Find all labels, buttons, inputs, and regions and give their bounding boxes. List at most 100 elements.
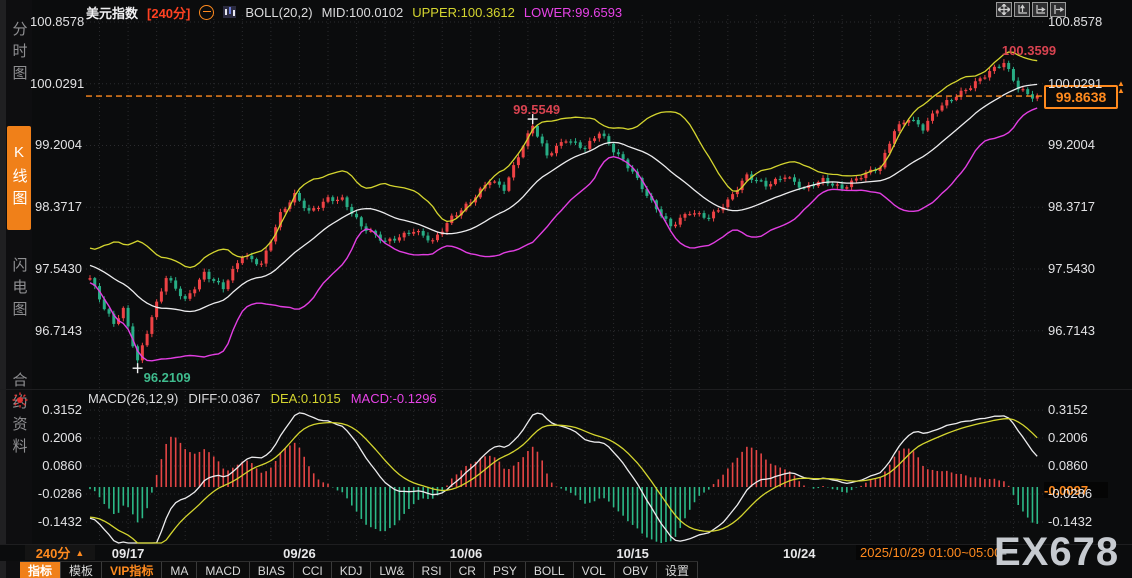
candle-body [973,81,977,89]
toolbar-item-kdj[interactable]: KDJ [332,562,372,578]
candle-body [773,178,777,185]
candle-body [697,213,701,215]
candle-body [593,138,597,141]
toolbar-item-ma[interactable]: MA [162,562,198,578]
candle-body [964,89,968,92]
candle-body [407,232,411,235]
toolbar-item-rsi[interactable]: RSI [414,562,451,578]
trading-app-window: 分时图 K线图 闪电图 合约资料 美元指数 [240分] BOLL(20,2) MID… [0,0,1132,578]
main-y-axis-label: 100.0291 [1048,75,1103,91]
candle-body [512,165,516,178]
candle-body [940,105,944,111]
candle-body [992,66,996,72]
candle-body [507,177,511,191]
period-label: [240分] [147,5,191,21]
collapse-indicator-icon[interactable] [199,4,215,20]
candle-body [759,180,763,182]
sidebar-tab-4[interactable]: 合约资料 [7,351,31,481]
candle-body [150,317,154,334]
main-y-axis-label: 98.3717 [1048,199,1095,215]
pane-divider [0,389,1132,390]
boll-chip-icon[interactable] [223,6,237,18]
x-axis-date-label: 10/15 [616,546,649,561]
candle-body [188,293,192,299]
candle-body [1026,89,1030,95]
candle-body [340,197,344,200]
symbol-name: 美元指数 [86,5,139,21]
main-y-axis-label: 96.7143 [1048,322,1095,338]
candle-body [316,207,320,210]
toolbar-item-设置[interactable]: 设置 [657,562,698,578]
toolbar-item-obv[interactable]: OBV [615,562,657,578]
candle-body [355,213,359,218]
candle-body [174,280,178,289]
scale-x-axis-icon[interactable] [1032,2,1048,17]
candle-body [897,124,901,132]
main-y-axis-label: 99.2004 [35,137,82,153]
candle-body [164,278,168,292]
candle-body [155,301,159,318]
candle-body [569,141,573,143]
boll-params-label[interactable]: BOLL(20,2) [245,5,312,20]
candle-body [602,133,606,137]
candle-body [831,183,835,186]
indicator-pane-settings-icon[interactable] [12,392,28,413]
candle-body [455,215,459,217]
x-axis-date-label: 10/24 [782,546,816,561]
toolbar-item-bias[interactable]: BIAS [250,562,295,578]
boll-upper-line [89,51,1038,269]
candle-body [435,234,439,241]
candle-body [821,177,825,183]
candle-body [840,184,844,189]
swing-low-label: 96.2109 [143,370,191,385]
macd-y-axis-label: -0.1432 [1048,513,1093,529]
toolbar-item-boll[interactable]: BOLL [526,562,574,578]
timeframe-up-icon: ▲ [75,547,85,558]
toolbar-item-模板[interactable]: 模板 [61,562,103,578]
candle-body [550,153,554,156]
swing-high-label: 99.5549 [513,102,561,117]
candle-body [683,214,687,218]
candle-body [850,180,854,188]
sidebar-tab-1[interactable]: 分时图 [7,8,31,100]
candle-body [688,214,692,216]
toolbar-item-psy[interactable]: PSY [485,562,526,578]
toolbar-item-vol[interactable]: VOL [574,562,615,578]
candle-body [859,178,863,180]
pan-icon[interactable] [996,2,1012,17]
candle-body [221,282,225,290]
candle-body [702,213,706,218]
boll-upper-value: UPPER:100.3612 [412,4,515,20]
candle-body [297,192,301,201]
candle-body [359,217,363,227]
candle-body [497,181,501,185]
candle-body [212,279,216,281]
scroll-to-latest-icon[interactable]: ▲ ▲ [1117,80,1125,95]
price-chart-canvas[interactable] [0,0,1132,578]
macd-y-axis-label: -0.0286 [37,485,82,501]
toolbar-item-macd[interactable]: MACD [197,562,250,578]
candle-body [183,296,187,299]
timeframe-chip[interactable]: 240分 ▲ [25,545,95,561]
toolbar-item-cr[interactable]: CR [451,562,485,578]
candle-body [307,208,311,211]
toolbar-item-cci[interactable]: CCI [294,562,332,578]
macd-params-label[interactable]: MACD(26,12,9) [88,391,178,406]
sidebar-tab-2[interactable]: K线图 [7,126,31,230]
sidebar-tab-3[interactable]: 闪电图 [7,244,31,336]
candle-body [731,194,735,200]
macd-y-axis-label: 0.3152 [42,402,82,418]
candle-body [416,231,420,233]
scale-y-axis-icon[interactable] [1014,2,1030,17]
main-y-axis-label: 97.5430 [1048,260,1095,276]
candle-body [845,187,849,189]
candle-body [197,279,201,290]
toolbar-item-指标[interactable]: 指标 [20,562,62,578]
candle-body [121,307,125,319]
candle-body [616,152,620,155]
indicator-toolbar: 指标 模板 VIP指标 MA MACD BIAS CCI KDJ LW& RSI CR PSY BOLL… [20,561,698,578]
candle-body [388,238,392,242]
toolbar-item-vip指标[interactable]: VIP指标 [102,562,163,578]
main-y-axis-label: 97.5430 [35,260,82,276]
toolbar-item-lw&[interactable]: LW& [371,562,414,578]
